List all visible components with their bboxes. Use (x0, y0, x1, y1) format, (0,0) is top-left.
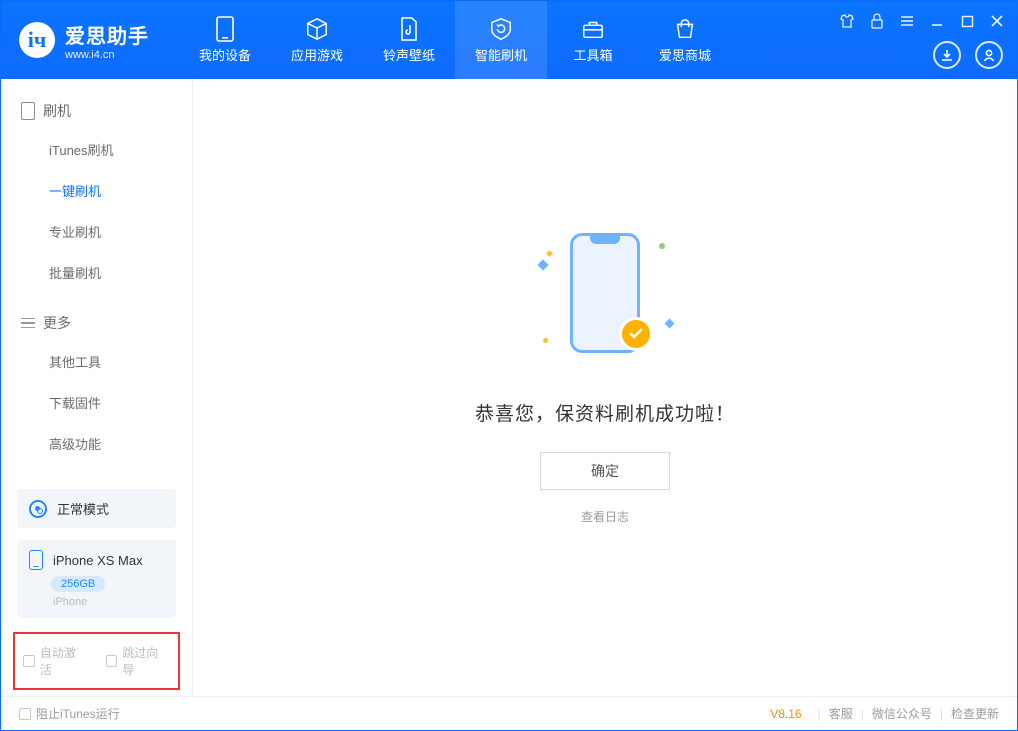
device-icon (213, 17, 237, 41)
device-card[interactable]: iPhone XS Max 256GB iPhone (17, 540, 176, 618)
ok-button[interactable]: 确定 (540, 452, 670, 490)
main-content: 恭喜您，保资料刷机成功啦！ 确定 查看日志 (193, 79, 1017, 696)
sidebar-item-advanced[interactable]: 高级功能 (1, 423, 192, 464)
checkbox-icon (23, 655, 35, 667)
logo-area: iч 爱思助手 www.i4.cn (1, 20, 149, 61)
menu-icon[interactable] (897, 11, 917, 31)
body: 刷机 iTunes刷机 一键刷机 专业刷机 批量刷机 更多 其他工具 下载固件 … (1, 79, 1017, 696)
sparkle-icon (659, 243, 665, 249)
checkbox-icon (106, 655, 118, 667)
sidebar-item-oneclick-flash[interactable]: 一键刷机 (1, 170, 192, 211)
brand-title: 爱思助手 (65, 20, 149, 49)
checkbox-icon (19, 708, 31, 720)
sidebar-item-batch-flash[interactable]: 批量刷机 (1, 252, 192, 293)
phone-icon (29, 550, 43, 570)
tab-store[interactable]: 爱思商城 (639, 1, 731, 79)
device-storage-badge: 256GB (51, 576, 105, 592)
maximize-icon[interactable] (957, 11, 977, 31)
brand-subtitle: www.i4.cn (65, 49, 149, 61)
device-status-label: 正常模式 (57, 499, 109, 518)
window-controls (837, 11, 1007, 31)
sidebar: 刷机 iTunes刷机 一键刷机 专业刷机 批量刷机 更多 其他工具 下载固件 … (1, 79, 193, 696)
lock-icon[interactable] (867, 11, 887, 31)
sparkle-icon (546, 249, 553, 256)
checkbox-block-itunes[interactable]: 阻止iTunes运行 (19, 705, 120, 722)
app-window: iч 爱思助手 www.i4.cn 我的设备 应用游戏 (0, 0, 1018, 731)
shirt-icon[interactable] (837, 11, 857, 31)
download-button[interactable] (933, 41, 961, 69)
tab-smart-flash[interactable]: 智能刷机 (455, 1, 547, 79)
sparkle-icon (665, 318, 675, 328)
checkbox-skip-guide[interactable]: 跳过向导 (106, 644, 171, 678)
device-type: iPhone (53, 596, 164, 608)
tab-my-device[interactable]: 我的设备 (179, 1, 271, 79)
header: iч 爱思助手 www.i4.cn 我的设备 应用游戏 (1, 1, 1017, 79)
footer-link-wechat[interactable]: 微信公众号 (872, 705, 932, 722)
brand-text: 爱思助手 www.i4.cn (65, 20, 149, 61)
music-file-icon (397, 17, 421, 41)
checkbox-auto-activate[interactable]: 自动激活 (23, 644, 88, 678)
sidebar-group-more: 更多 (1, 305, 192, 341)
footer: 阻止iTunes运行 V8.16 | 客服 | 微信公众号 | 检查更新 (1, 696, 1017, 730)
sidebar-item-download-firmware[interactable]: 下载固件 (1, 382, 192, 423)
footer-right: V8.16 | 客服 | 微信公众号 | 检查更新 (770, 705, 999, 722)
device-name: iPhone XS Max (53, 553, 143, 568)
tab-apps-games[interactable]: 应用游戏 (271, 1, 363, 79)
version-label: V8.16 (770, 707, 801, 721)
header-actions (933, 41, 1003, 69)
logo-icon: iч (19, 22, 55, 58)
tab-toolbox[interactable]: 工具箱 (547, 1, 639, 79)
sidebar-item-other-tools[interactable]: 其他工具 (1, 341, 192, 382)
minimize-icon[interactable] (927, 11, 947, 31)
sidebar-group-flash: 刷机 (1, 93, 192, 129)
view-log-link[interactable]: 查看日志 (581, 508, 629, 525)
list-icon (21, 318, 35, 329)
sparkle-icon (543, 338, 548, 343)
cube-icon (305, 17, 329, 41)
sparkle-icon (537, 259, 548, 270)
tab-ringtones-wallpapers[interactable]: 铃声壁纸 (363, 1, 455, 79)
success-message: 恭喜您，保资料刷机成功啦！ (475, 399, 735, 426)
status-normal-icon (29, 500, 47, 518)
nav-tabs: 我的设备 应用游戏 铃声壁纸 智能刷机 (179, 1, 731, 79)
user-button[interactable] (975, 41, 1003, 69)
success-illustration (535, 221, 675, 371)
toolbox-icon (581, 17, 605, 41)
footer-link-support[interactable]: 客服 (829, 705, 853, 722)
store-icon (673, 17, 697, 41)
refresh-shield-icon (489, 17, 513, 41)
sidebar-menu: 刷机 iTunes刷机 一键刷机 专业刷机 批量刷机 更多 其他工具 下载固件 … (1, 79, 192, 489)
device-status-card[interactable]: 正常模式 (17, 489, 176, 528)
sidebar-item-itunes-flash[interactable]: iTunes刷机 (1, 129, 192, 170)
sidebar-item-pro-flash[interactable]: 专业刷机 (1, 211, 192, 252)
close-icon[interactable] (987, 11, 1007, 31)
options-highlighted-box: 自动激活 跳过向导 (13, 632, 180, 690)
check-badge-icon (619, 317, 653, 351)
footer-link-update[interactable]: 检查更新 (951, 705, 999, 722)
device-outline-icon (21, 102, 35, 120)
